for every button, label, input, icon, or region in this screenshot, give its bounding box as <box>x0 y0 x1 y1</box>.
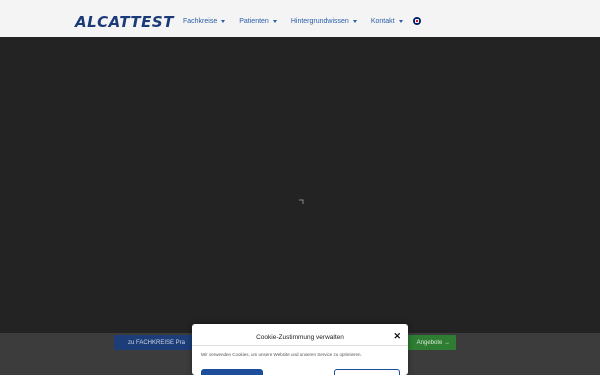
chevron-down-icon <box>272 19 277 23</box>
nav-item-kontakt[interactable]: Kontakt <box>371 18 403 25</box>
hero-video <box>0 37 600 333</box>
divider <box>192 345 408 346</box>
dialog-text: Wir verwenden Cookies, um unsere Website… <box>201 352 362 357</box>
site-logo[interactable]: ALCATTEST <box>75 13 174 31</box>
nav-label: Kontakt <box>370 17 395 25</box>
uk-flag-icon[interactable] <box>412 17 421 25</box>
close-icon[interactable]: ✕ <box>393 332 401 341</box>
nav-label: Hintergrundwissen <box>290 17 349 25</box>
loading-spinner-icon <box>298 199 304 205</box>
nav-label: Fachkreise <box>183 17 218 25</box>
site-header: ALCATTEST Fachkreise Patienten Hintergru… <box>0 0 600 37</box>
chevron-down-icon <box>352 19 357 23</box>
main-navigation: Fachkreise Patienten Hintergrundwissen K… <box>183 17 421 25</box>
nav-label: Patienten <box>239 17 269 25</box>
accept-button[interactable] <box>201 369 263 375</box>
dialog-title: Cookie-Zustimmung verwalten <box>256 334 344 341</box>
cookie-consent-dialog: Cookie-Zustimmung verwalten ✕ Wir verwen… <box>192 324 408 375</box>
chevron-down-icon <box>398 19 403 23</box>
deny-button[interactable] <box>334 369 400 375</box>
nav-item-fachkreise[interactable]: Fachkreise <box>183 17 226 25</box>
nav-item-patienten[interactable]: Patienten <box>239 18 277 25</box>
nav-item-hintergrundwissen[interactable]: Hintergrundwissen <box>291 18 357 25</box>
chevron-down-icon <box>221 19 226 23</box>
